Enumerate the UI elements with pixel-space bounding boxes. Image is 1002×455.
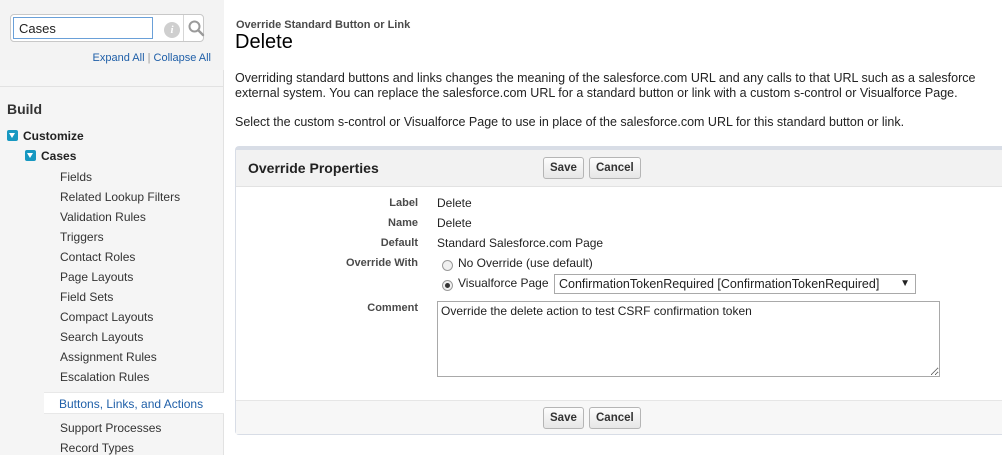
sidebar-item-compact-layouts[interactable]: Compact Layouts [60, 310, 153, 324]
sidebar-item-assignment-rules[interactable]: Assignment Rules [60, 350, 157, 364]
sidebar-item-support-processes[interactable]: Support Processes [60, 421, 161, 435]
tree-node-customize[interactable]: Customize [7, 129, 84, 143]
tree-node-label: Cases [41, 149, 77, 163]
panel-title: Override Properties [248, 160, 379, 176]
override-with-label: Override With [345, 257, 418, 269]
comment-textarea[interactable]: Override the delete action to test CSRF … [437, 301, 940, 377]
expand-collapse-links: Expand All | Collapse All [93, 52, 211, 64]
dropdown-arrow-icon: ▼ [900, 278, 910, 289]
name-field-label: Name [388, 217, 418, 229]
sidebar-item-triggers[interactable]: Triggers [60, 230, 104, 244]
sidebar-item-field-sets[interactable]: Field Sets [60, 290, 113, 304]
no-override-radio[interactable] [442, 260, 453, 271]
select-value: ConfirmationTokenRequired [ConfirmationT… [559, 277, 880, 291]
sidebar-item-escalation-rules[interactable]: Escalation Rules [60, 370, 149, 384]
panel-footer: Save Cancel [236, 400, 1002, 434]
collapse-toggle-icon[interactable] [7, 130, 18, 141]
sidebar-item-related-lookup-filters[interactable]: Related Lookup Filters [60, 190, 180, 204]
save-button-bottom[interactable]: Save [543, 407, 584, 429]
breadcrumb: Override Standard Button or Link [236, 19, 411, 31]
sidebar-item-record-types[interactable]: Record Types [60, 441, 134, 455]
sidebar-search-area: i Expand All | Collapse All [0, 0, 224, 70]
sidebar-divider [0, 86, 224, 87]
default-field-label: Default [380, 237, 418, 249]
visualforce-page-radio[interactable] [442, 280, 453, 291]
info-icon[interactable]: i [164, 22, 180, 38]
collapse-toggle-icon[interactable] [25, 150, 36, 161]
visualforce-page-label: Visualforce Page [458, 276, 549, 290]
sidebar-item-search-layouts[interactable]: Search Layouts [60, 330, 143, 344]
page-title: Delete [235, 31, 293, 53]
default-field-value: Standard Salesforce.com Page [437, 236, 604, 250]
expand-all-link[interactable]: Expand All [93, 52, 145, 64]
sidebar-item-contact-roles[interactable]: Contact Roles [60, 250, 135, 264]
no-override-label: No Override (use default) [458, 256, 593, 270]
sidebar-item-buttons-links-actions[interactable]: Buttons, Links, and Actions [44, 392, 224, 414]
sidebar-item-fields[interactable]: Fields [60, 170, 92, 184]
build-heading: Build [7, 101, 42, 117]
cancel-button-bottom[interactable]: Cancel [589, 407, 641, 429]
page-description: Overriding standard buttons and links ch… [235, 71, 1002, 101]
visualforce-page-select[interactable]: ConfirmationTokenRequired [ConfirmationT… [554, 274, 916, 294]
sidebar-item-label: Buttons, Links, and Actions [59, 397, 204, 411]
setup-sidebar: i Expand All | Collapse All Build Custom… [0, 0, 224, 455]
cancel-button[interactable]: Cancel [589, 157, 641, 179]
main-content: Override Standard Button or Link Delete … [235, 0, 1002, 455]
panel-header: Override Properties Save Cancel [236, 147, 1002, 187]
save-button[interactable]: Save [543, 157, 584, 179]
magnifier-icon[interactable] [187, 19, 205, 37]
sidebar-item-page-layouts[interactable]: Page Layouts [60, 270, 133, 284]
override-properties-panel: Override Properties Save Cancel Label De… [235, 146, 1002, 435]
name-field-value: Delete [437, 216, 472, 230]
quick-find-input[interactable] [13, 17, 153, 39]
description-line: external system. You can replace the sal… [235, 86, 958, 100]
quick-find-box: i [10, 14, 205, 42]
tree-node-cases[interactable]: Cases [25, 149, 76, 163]
collapse-all-link[interactable]: Collapse All [154, 52, 211, 64]
page-instructions: Select the custom s-control or Visualfor… [235, 115, 905, 129]
tree-node-label: Customize [23, 129, 84, 143]
sidebar-item-validation-rules[interactable]: Validation Rules [60, 210, 146, 224]
description-line: Overriding standard buttons and links ch… [235, 71, 976, 85]
label-field-label: Label [389, 197, 418, 209]
link-separator: | [147, 52, 151, 64]
comment-label: Comment [367, 302, 418, 314]
search-divider [183, 15, 184, 41]
label-field-value: Delete [437, 196, 472, 210]
